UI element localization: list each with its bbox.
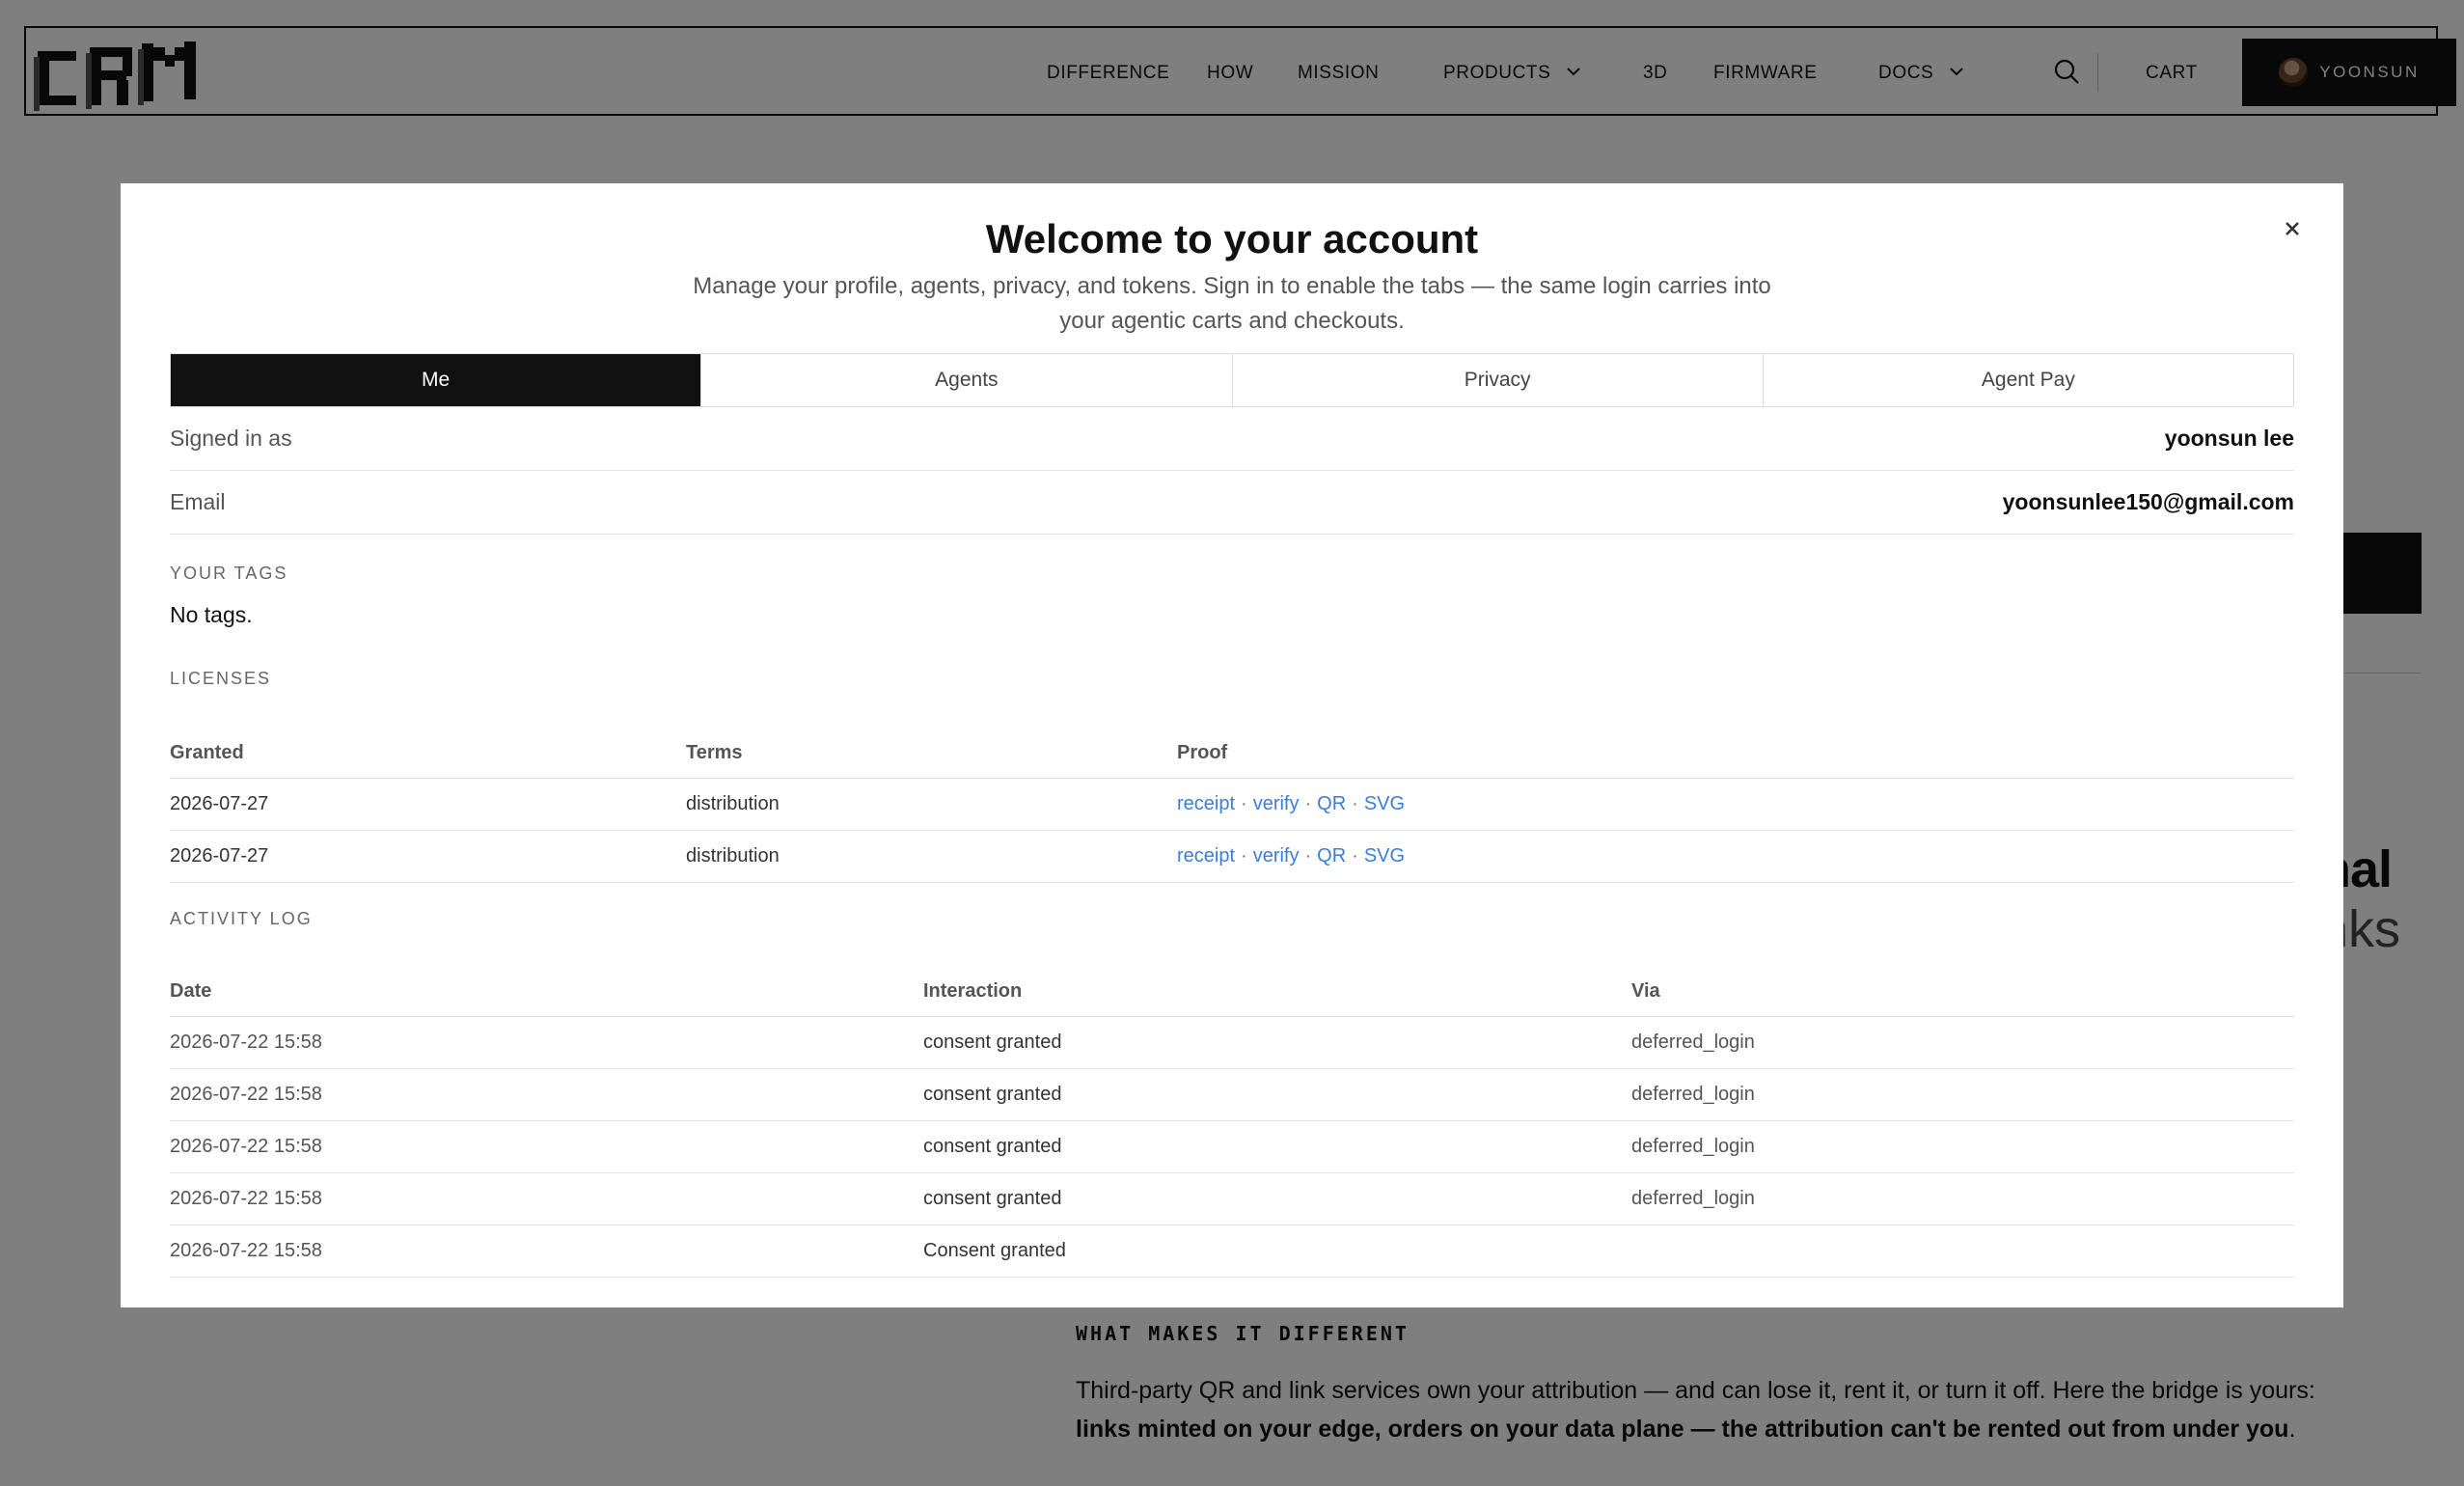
account-tabs: Me Agents Privacy Agent Pay (170, 353, 2294, 407)
license-proof: receipt · verify · QR · SVG (1177, 778, 2294, 831)
license-proof: receipt · verify · QR · SVG (1177, 830, 2294, 883)
activity-interaction: consent granted (923, 1068, 1631, 1121)
activity-interaction: consent granted (923, 1016, 1631, 1069)
activity-via (1631, 1225, 2294, 1278)
activity-date: 2026-07-22 15:58 (170, 1016, 923, 1069)
modal-title: Welcome to your account (985, 216, 1479, 261)
verify-link[interactable]: verify (1253, 845, 1300, 867)
tab-me[interactable]: Me (171, 354, 701, 406)
separator: · (1304, 845, 1312, 867)
column-header-interaction: Interaction (923, 952, 1631, 1017)
license-granted: 2026-07-27 (170, 830, 686, 883)
activity-interaction: consent granted (923, 1120, 1631, 1173)
tab-agent-pay[interactable]: Agent Pay (1762, 354, 2293, 406)
table-row: 2026-07-27 distribution receipt · verify · Q… (170, 778, 2294, 831)
activity-via: deferred_login (1631, 1016, 2294, 1069)
svg-link[interactable]: SVG (1364, 845, 1405, 867)
activity-via: deferred_login (1631, 1120, 2294, 1173)
activity-heading: ACTIVITY LOG (170, 909, 313, 928)
modal-subtitle: Manage your profile, agents, privacy, an… (693, 273, 1771, 334)
qr-link[interactable]: QR (1317, 845, 1346, 867)
account-modal: Welcome to your account Manage your prof… (121, 183, 2343, 1307)
activity-date: 2026-07-22 15:58 (170, 1225, 923, 1278)
tab-agents[interactable]: Agents (700, 354, 1231, 406)
separator: · (1241, 793, 1247, 814)
table-header-row: Date Interaction Via (170, 952, 2294, 1017)
license-terms: distribution (686, 778, 1177, 831)
verify-link[interactable]: verify (1253, 793, 1300, 814)
license-granted: 2026-07-27 (170, 778, 686, 831)
receipt-link[interactable]: receipt (1177, 793, 1235, 814)
activity-interaction: consent granted (923, 1172, 1631, 1225)
activity-date: 2026-07-22 15:58 (170, 1172, 923, 1225)
me-tab-content: Signed in as yoonsun lee Email yoonsunle… (170, 407, 2294, 1278)
svg-link[interactable]: SVG (1364, 793, 1405, 814)
separator: · (1241, 845, 1247, 867)
column-header-terms: Terms (686, 714, 1177, 779)
licenses-table: Granted Terms Proof 2026-07-27 distribut… (170, 714, 2294, 883)
license-terms: distribution (686, 830, 1177, 883)
activity-date: 2026-07-22 15:58 (170, 1068, 923, 1121)
tab-privacy[interactable]: Privacy (1231, 354, 1763, 406)
qr-link[interactable]: QR (1317, 793, 1346, 814)
email-value: yoonsunlee150@gmail.com (2002, 489, 2294, 514)
activity-via: deferred_login (1631, 1172, 2294, 1225)
activity-table: Date Interaction Via 2026-07-22 15:58 co… (170, 952, 2294, 1278)
tags-heading: YOUR TAGS (170, 564, 288, 583)
email-row: Email yoonsunlee150@gmail.com (170, 471, 2294, 535)
tags-empty-text: No tags. (170, 602, 253, 627)
separator: · (1352, 845, 1358, 867)
signed-in-row: Signed in as yoonsun lee (170, 407, 2294, 471)
table-row: 2026-07-22 15:58 consent granted deferre… (170, 1068, 2294, 1121)
table-header-row: Granted Terms Proof (170, 714, 2294, 779)
table-row: 2026-07-22 15:58 consent granted deferre… (170, 1120, 2294, 1173)
activity-date: 2026-07-22 15:58 (170, 1120, 923, 1173)
signed-in-value: yoonsun lee (2164, 426, 2294, 451)
activity-interaction: Consent granted (923, 1225, 1631, 1278)
separator: · (1304, 793, 1312, 814)
table-row: 2026-07-22 15:58 Consent granted (170, 1225, 2294, 1278)
receipt-link[interactable]: receipt (1177, 845, 1235, 867)
activity-via: deferred_login (1631, 1068, 2294, 1121)
column-header-date: Date (170, 952, 923, 1017)
separator: · (1352, 793, 1358, 814)
email-label: Email (170, 489, 226, 514)
table-row: 2026-07-22 15:58 consent granted deferre… (170, 1172, 2294, 1225)
table-row: 2026-07-27 distribution receipt · verify · Q… (170, 830, 2294, 883)
column-header-via: Via (1631, 952, 2294, 1017)
column-header-granted: Granted (170, 714, 686, 779)
signed-in-label: Signed in as (170, 426, 292, 451)
licenses-heading: LICENSES (170, 669, 272, 688)
column-header-proof: Proof (1177, 714, 2294, 779)
table-row: 2026-07-22 15:58 consent granted deferre… (170, 1016, 2294, 1069)
